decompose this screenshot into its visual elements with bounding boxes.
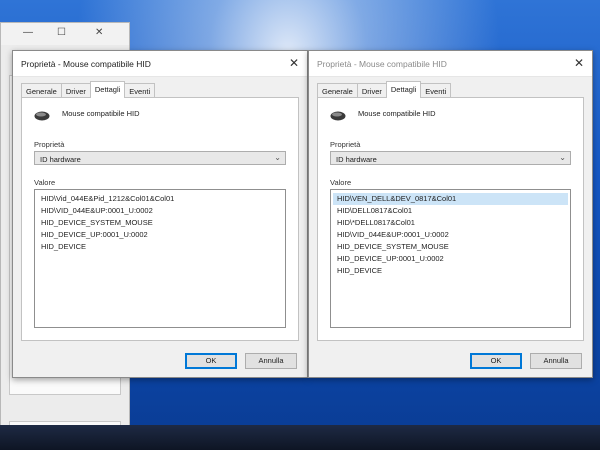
value-listbox[interactable]: HID\VEN_DELL&DEV_0817&Col01 HID\DELL0817… [330, 189, 571, 328]
details-panel: Mouse compatibile HID Proprietà ID hardw… [317, 97, 584, 341]
details-panel: Mouse compatibile HID Proprietà ID hardw… [21, 97, 299, 341]
dialog-titlebar[interactable]: Proprietà - Mouse compatibile HID ✕ [13, 51, 307, 77]
list-item[interactable]: HID\Vid_044E&Pid_1212&Col01&Col01 [37, 193, 283, 205]
tab-dettagli[interactable]: Dettagli [89, 81, 126, 98]
tab-eventi[interactable]: Eventi [420, 83, 452, 98]
list-item[interactable]: HID_DEVICE_SYSTEM_MOUSE [333, 241, 568, 253]
tab-generale[interactable]: Generale [317, 83, 358, 98]
dialog-titlebar[interactable]: Proprietà - Mouse compatibile HID ✕ [309, 51, 592, 77]
list-item[interactable]: HID_DEVICE_UP:0001_U:0002 [37, 229, 283, 241]
mouse-icon [34, 111, 50, 121]
device-name: Mouse compatibile HID [358, 109, 436, 118]
cancel-button[interactable]: Annulla [530, 353, 582, 369]
property-select[interactable]: ID hardware ⌄ [330, 151, 571, 165]
close-icon[interactable]: ✕ [574, 56, 584, 70]
property-label: Proprietà [34, 140, 65, 149]
property-label: Proprietà [330, 140, 361, 149]
list-item[interactable]: HID\VID_044E&UP:0001_U:0002 [37, 205, 283, 217]
list-item[interactable]: HID_DEVICE [37, 241, 283, 253]
cancel-button[interactable]: Annulla [245, 353, 297, 369]
mouse-icon [330, 111, 346, 121]
tab-driver[interactable]: Driver [60, 83, 91, 98]
close-icon[interactable]: ✕ [95, 27, 103, 38]
property-selected-value: ID hardware [336, 154, 377, 164]
chevron-down-icon: ⌄ [559, 153, 566, 162]
property-select[interactable]: ID hardware ⌄ [34, 151, 286, 165]
value-label: Valore [330, 178, 352, 187]
list-item[interactable]: HID_DEVICE_UP:0001_U:0002 [333, 253, 568, 265]
list-item[interactable]: HID\*DELL0817&Col01 [333, 217, 568, 229]
close-icon[interactable]: ✕ [289, 56, 299, 70]
background-window-titlebar[interactable]: — ☐ ✕ [1, 23, 129, 45]
value-listbox[interactable]: HID\Vid_044E&Pid_1212&Col01&Col01 HID\VI… [34, 189, 286, 328]
tab-bar: Generale Driver Dettagli Eventi [21, 81, 156, 98]
dialog-title: Proprietà - Mouse compatibile HID [21, 59, 151, 69]
list-item[interactable]: HID_DEVICE_SYSTEM_MOUSE [37, 217, 283, 229]
chevron-down-icon: ⌄ [274, 153, 281, 162]
value-label: Valore [34, 178, 56, 187]
tab-generale[interactable]: Generale [21, 83, 62, 98]
tab-bar: Generale Driver Dettagli Eventi [317, 81, 452, 98]
property-selected-value: ID hardware [40, 154, 81, 164]
tab-dettagli[interactable]: Dettagli [385, 81, 422, 98]
ok-button[interactable]: OK [470, 353, 522, 369]
list-item[interactable]: HID\VID_044E&UP:0001_U:0002 [333, 229, 568, 241]
list-item[interactable]: HID\VEN_DELL&DEV_0817&Col01 [333, 193, 568, 205]
tab-eventi[interactable]: Eventi [124, 83, 156, 98]
device-name: Mouse compatibile HID [62, 109, 140, 118]
properties-dialog-right: Proprietà - Mouse compatibile HID ✕ Gene… [308, 50, 593, 378]
monitor-bezel [0, 425, 600, 450]
list-item[interactable]: HID\DELL0817&Col01 [333, 205, 568, 217]
ok-button[interactable]: OK [185, 353, 237, 369]
minimize-icon[interactable]: — [23, 27, 33, 38]
properties-dialog-left: Proprietà - Mouse compatibile HID ✕ Gene… [12, 50, 308, 378]
dialog-title: Proprietà - Mouse compatibile HID [317, 59, 447, 69]
list-item[interactable]: HID_DEVICE [333, 265, 568, 277]
tab-driver[interactable]: Driver [356, 83, 387, 98]
maximize-icon[interactable]: ☐ [57, 27, 66, 38]
